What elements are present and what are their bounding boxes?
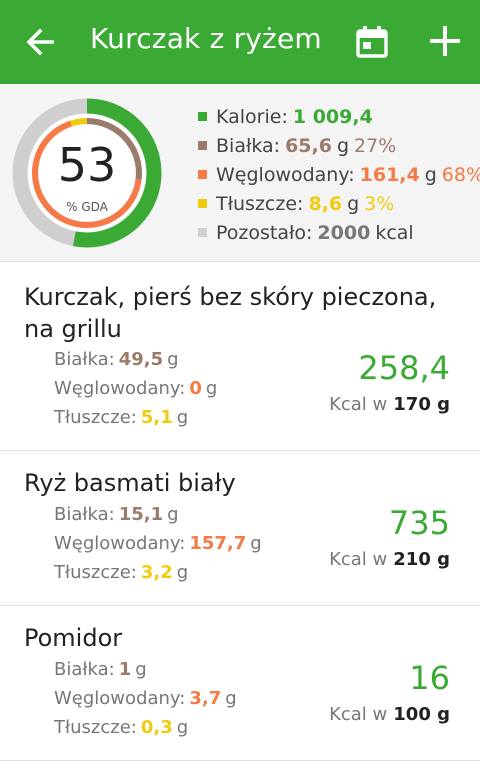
remaining-value: 2000: [317, 221, 371, 244]
fat-label: Tłuszcze:: [216, 192, 304, 215]
protein-dot: [198, 141, 207, 150]
remaining-unit: kcal: [375, 221, 414, 244]
calories-value: 1 009,4: [292, 105, 373, 128]
food-name: Pomidor: [24, 624, 123, 652]
food-item-rice[interactable]: Ryż basmati biały Białka: 15,1 g Węglowoda…: [0, 451, 480, 606]
food-protein: Białka: 1 g: [54, 659, 147, 680]
food-kcal: 258,4: [358, 349, 450, 387]
food-portion: Kcal w 170 g: [329, 394, 450, 415]
fat-percent: 3%: [364, 192, 395, 215]
page-title: Kurczak z ryżem: [90, 22, 322, 55]
gda-label: % GDA: [66, 200, 108, 214]
legend-protein: Białka: 65,6 g 27%: [198, 131, 480, 160]
arrow-left-icon: [26, 28, 54, 56]
calendar-icon: [356, 26, 388, 58]
food-fat: Tłuszcze: 5,1 g: [54, 407, 189, 428]
food-name: Kurczak, pierś bez skóry pieczona, na gr…: [24, 283, 437, 343]
protein-percent: 27%: [354, 134, 397, 157]
food-protein: Białka: 49,5 g: [54, 349, 179, 370]
food-carbs: Węglowodany: 3,7 g: [54, 688, 237, 709]
food-portion: Kcal w 210 g: [329, 549, 450, 570]
back-button[interactable]: [22, 24, 62, 60]
food-fat: Tłuszcze: 3,2 g: [54, 562, 189, 583]
fat-value: 8,6: [308, 192, 343, 215]
fat-dot: [198, 199, 207, 208]
calories-dot: [198, 112, 207, 121]
nutrition-summary: 53 % GDA Kalorie: 1 009,4 Białka: 65,6 g…: [0, 84, 480, 262]
carbs-percent: 68%: [441, 163, 480, 186]
carbs-value: 161,4: [359, 163, 420, 186]
protein-label: Białka:: [216, 134, 281, 157]
calories-label: Kalorie:: [216, 105, 288, 128]
food-kcal: 735: [388, 504, 450, 542]
food-name: Ryż basmati biały: [24, 469, 236, 497]
food-carbs: Węglowodany: 157,7 g: [54, 533, 262, 554]
fat-unit: g: [347, 192, 360, 215]
food-carbs: Węglowodany: 0 g: [54, 378, 218, 399]
food-list: Kurczak, pierś bez skóry pieczona, na gr…: [0, 263, 480, 761]
protein-unit: g: [336, 134, 350, 157]
remaining-label: Pozostało:: [216, 221, 313, 244]
legend-fat: Tłuszcze: 8,6 g 3%: [198, 189, 480, 218]
food-fat: Tłuszcze: 0,3 g: [54, 717, 189, 738]
calendar-button[interactable]: [354, 24, 390, 60]
food-portion: Kcal w 100 g: [329, 704, 450, 725]
carbs-dot: [198, 170, 207, 179]
legend-carbs: Węglowodany: 161,4 g 68%: [198, 160, 480, 189]
app-bar: Kurczak z ryżem: [0, 0, 480, 84]
legend-calories: Kalorie: 1 009,4: [198, 102, 480, 131]
carbs-label: Węglowodany:: [216, 163, 355, 186]
carbs-unit: g: [424, 163, 437, 186]
protein-value: 65,6: [285, 134, 332, 157]
legend-remaining: Pozostało: 2000 kcal: [198, 218, 480, 247]
plus-icon: [430, 26, 460, 56]
add-button[interactable]: [426, 22, 464, 60]
food-protein: Białka: 15,1 g: [54, 504, 179, 525]
food-item-tomato[interactable]: Pomidor Białka: 1 g Węglowodany: 3,7 g Tłusz…: [0, 606, 480, 761]
food-item-chicken[interactable]: Kurczak, pierś bez skóry pieczona, na gr…: [0, 263, 480, 451]
remaining-dot: [198, 228, 207, 237]
nutrition-legend: Kalorie: 1 009,4 Białka: 65,6 g 27% Węgl…: [198, 102, 480, 247]
food-kcal: 16: [409, 659, 450, 697]
gda-percent-value: 53: [57, 138, 117, 192]
